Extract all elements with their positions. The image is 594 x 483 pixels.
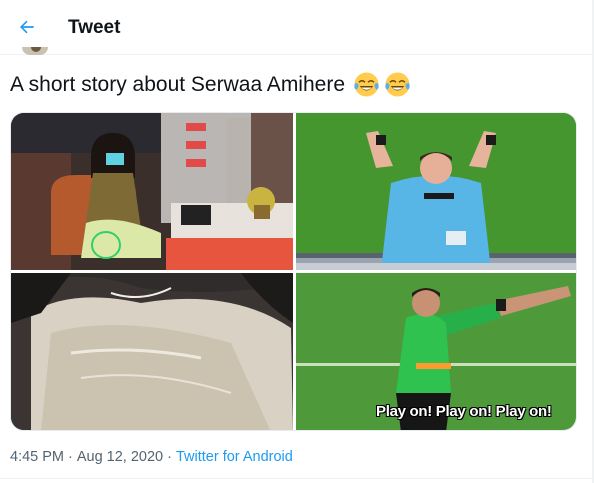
- photo-referee-pointing-up: [296, 113, 576, 270]
- tears-of-joy-emoji-icon: [354, 72, 379, 97]
- tweet-text-content: A short story about Serwaa Amihere: [10, 72, 346, 96]
- media-grid: Play on! Play on! Play on!: [10, 112, 577, 431]
- avatar[interactable]: [22, 47, 48, 55]
- media-photo-4[interactable]: Play on! Play on! Play on!: [296, 273, 576, 430]
- media-photo-1[interactable]: [11, 113, 293, 270]
- tweet-date[interactable]: Aug 12, 2020: [77, 449, 163, 465]
- tears-of-joy-emoji-icon: [385, 72, 410, 97]
- arrow-left-icon: [20, 20, 34, 34]
- dot-separator: ·: [68, 449, 73, 465]
- photo-plastic-bag: [11, 273, 293, 430]
- tweet-meta: 4:45 PM · Aug 12, 2020 · Twitter for Android: [10, 449, 293, 465]
- tweet-source-link[interactable]: Twitter for Android: [176, 449, 293, 465]
- top-bar: Tweet: [0, 0, 594, 55]
- media-photo-2[interactable]: [296, 113, 576, 270]
- tweet-text: A short story about Serwaa Amihere: [10, 71, 411, 98]
- page-title: Tweet: [68, 17, 121, 38]
- video-caption: Play on! Play on! Play on!: [376, 403, 552, 420]
- photo-presenter-studio: [11, 113, 293, 270]
- divider: [0, 478, 594, 479]
- media-photo-3[interactable]: [11, 273, 293, 430]
- dot-separator: ·: [167, 449, 172, 465]
- back-button[interactable]: [12, 12, 42, 42]
- tweet-time[interactable]: 4:45 PM: [10, 449, 64, 465]
